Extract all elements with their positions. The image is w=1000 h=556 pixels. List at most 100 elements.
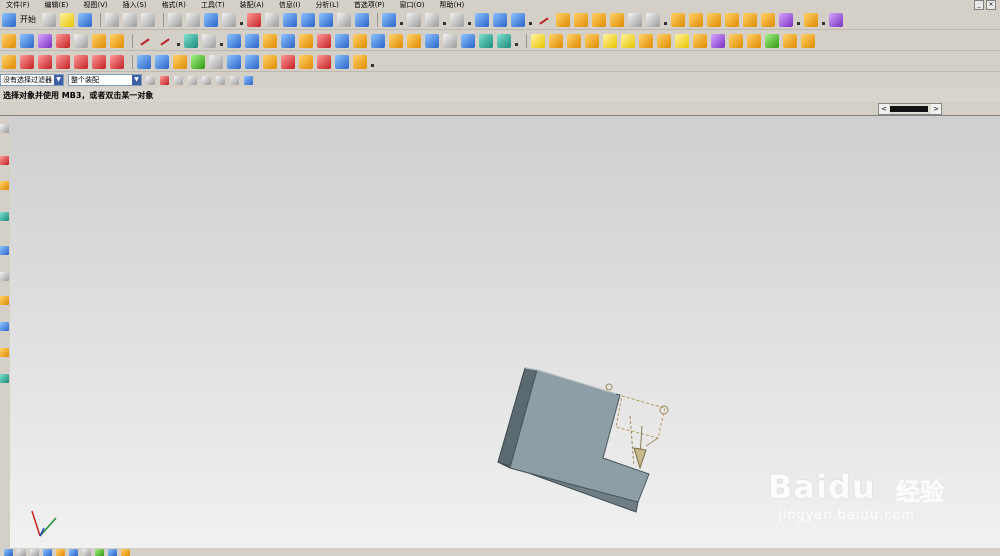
select-face-icon[interactable]	[188, 75, 197, 85]
select-body-icon[interactable]	[216, 75, 225, 85]
sync-replace-face-icon[interactable]	[585, 33, 599, 48]
project-curve-icon[interactable]	[74, 54, 88, 69]
rotate-icon[interactable]	[319, 12, 333, 27]
assembly-navigator-icon[interactable]	[0, 124, 9, 133]
type-filter-select[interactable]: 没有选择过滤器 ▼	[0, 74, 64, 86]
taskbar-app-icon[interactable]	[17, 548, 26, 556]
wireframe-icon[interactable]	[425, 12, 439, 27]
sync-move-face-icon[interactable]	[531, 33, 545, 48]
feature-boss-icon[interactable]	[743, 12, 757, 27]
sync-resize-blend-icon[interactable]	[603, 33, 617, 48]
orient-view-icon[interactable]	[475, 12, 489, 27]
start-icon[interactable]	[2, 12, 16, 27]
select-window-icon[interactable]	[230, 75, 239, 85]
offset-face-icon[interactable]	[389, 33, 403, 48]
menu-tools[interactable]: 工具(T)	[201, 0, 225, 10]
dropdown-dot[interactable]	[468, 22, 471, 25]
dropdown-dot[interactable]	[371, 64, 374, 67]
zoom-in-icon[interactable]	[301, 12, 315, 27]
roles-icon[interactable]	[0, 348, 9, 357]
measure-angle-icon[interactable]	[646, 12, 660, 27]
fit-view-icon[interactable]	[247, 12, 261, 27]
trimmed-sheet-icon[interactable]	[245, 54, 259, 69]
open-folder-icon[interactable]	[60, 12, 74, 27]
feature-hole-icon[interactable]	[761, 12, 775, 27]
snap-quadrant-icon[interactable]	[610, 12, 624, 27]
instance-feature-icon[interactable]	[443, 33, 457, 48]
settings-icon[interactable]	[146, 75, 155, 85]
menu-information[interactable]: 信息(I)	[279, 0, 301, 10]
menu-file[interactable]: 文件(F)	[6, 0, 30, 10]
status-scrollbar[interactable]: < >	[878, 103, 942, 115]
bounded-plane-icon[interactable]	[227, 54, 241, 69]
view-layout-icon[interactable]	[511, 12, 525, 27]
background-icon[interactable]	[450, 12, 464, 27]
rectangle-icon[interactable]	[202, 33, 216, 48]
pan-icon[interactable]	[337, 12, 351, 27]
trim-body-icon[interactable]	[281, 33, 295, 48]
ruled-surface-icon[interactable]	[137, 54, 151, 69]
menu-help[interactable]: 帮助(H)	[439, 0, 464, 10]
offset-curve-icon[interactable]	[56, 54, 70, 69]
line-icon[interactable]	[137, 33, 153, 49]
start-button[interactable]: 开始	[20, 14, 36, 25]
offset-surface-icon[interactable]	[281, 54, 295, 69]
taskbar-app-icon[interactable]	[95, 548, 104, 556]
revolve-icon[interactable]	[38, 33, 52, 48]
select-icon[interactable]	[204, 12, 218, 27]
perspective-icon[interactable]	[355, 12, 369, 27]
x-form-icon[interactable]	[353, 54, 367, 69]
scroll-right-icon[interactable]: >	[931, 104, 941, 114]
sweep-icon[interactable]	[56, 33, 70, 48]
intersect-icon[interactable]	[263, 33, 277, 48]
shell-icon[interactable]	[353, 33, 367, 48]
sync-make-symmetric-icon[interactable]	[765, 33, 779, 48]
sketch-icon[interactable]	[2, 33, 16, 48]
dropdown-dot[interactable]	[515, 43, 518, 46]
sync-delete-face-icon[interactable]	[621, 33, 635, 48]
dropdown-dot[interactable]	[240, 22, 243, 25]
menu-analysis[interactable]: 分析(L)	[315, 0, 338, 10]
render-style-icon[interactable]	[407, 12, 421, 27]
curve-icon[interactable]	[2, 54, 16, 69]
command-finder-icon[interactable]	[222, 12, 236, 27]
shaded-view-icon[interactable]	[382, 12, 396, 27]
process-studio-icon[interactable]	[0, 296, 9, 305]
menu-insert[interactable]: 插入(S)	[123, 0, 147, 10]
new-file-icon[interactable]	[42, 12, 56, 27]
styled-blend-icon[interactable]	[335, 54, 349, 69]
datum-plane-icon[interactable]	[92, 33, 106, 48]
sync-copy-face-icon[interactable]	[639, 33, 653, 48]
part-navigator-icon[interactable]	[0, 181, 9, 190]
edge-blend-icon[interactable]	[317, 33, 331, 48]
sync-make-parallel-icon[interactable]	[783, 33, 797, 48]
feature-sphere-icon[interactable]	[725, 12, 739, 27]
copy-icon[interactable]	[123, 12, 137, 27]
dropdown-dot[interactable]	[529, 22, 532, 25]
measure-distance-icon[interactable]	[628, 12, 642, 27]
reuse-library-icon[interactable]	[0, 212, 9, 221]
point-icon[interactable]	[184, 33, 198, 48]
menu-edit[interactable]: 编辑(E)	[45, 0, 69, 10]
extract-geometry-icon[interactable]	[479, 33, 493, 48]
chamfer-icon[interactable]	[335, 33, 349, 48]
taskbar-app-icon[interactable]	[56, 548, 65, 556]
sync-offset-region-icon[interactable]	[567, 33, 581, 48]
paste-icon[interactable]	[141, 12, 155, 27]
taskbar-app-icon[interactable]	[82, 548, 91, 556]
feature-block-icon[interactable]	[671, 12, 685, 27]
sync-make-perpendicular-icon[interactable]	[801, 33, 815, 48]
menu-assembly[interactable]: 装配(A)	[240, 0, 264, 10]
web-browser-icon[interactable]	[0, 374, 9, 383]
sync-make-tangent-icon[interactable]	[747, 33, 761, 48]
sync-pattern-face-icon[interactable]	[693, 33, 707, 48]
thicken-icon[interactable]	[425, 33, 439, 48]
history-icon[interactable]	[0, 246, 9, 255]
extrude-icon[interactable]	[20, 33, 34, 48]
menu-format[interactable]: 格式(R)	[162, 0, 186, 10]
save-icon[interactable]	[78, 12, 92, 27]
cut-icon[interactable]	[105, 12, 119, 27]
tube-icon[interactable]	[74, 33, 88, 48]
dropdown-dot[interactable]	[797, 22, 800, 25]
select-component-icon[interactable]	[244, 75, 253, 85]
